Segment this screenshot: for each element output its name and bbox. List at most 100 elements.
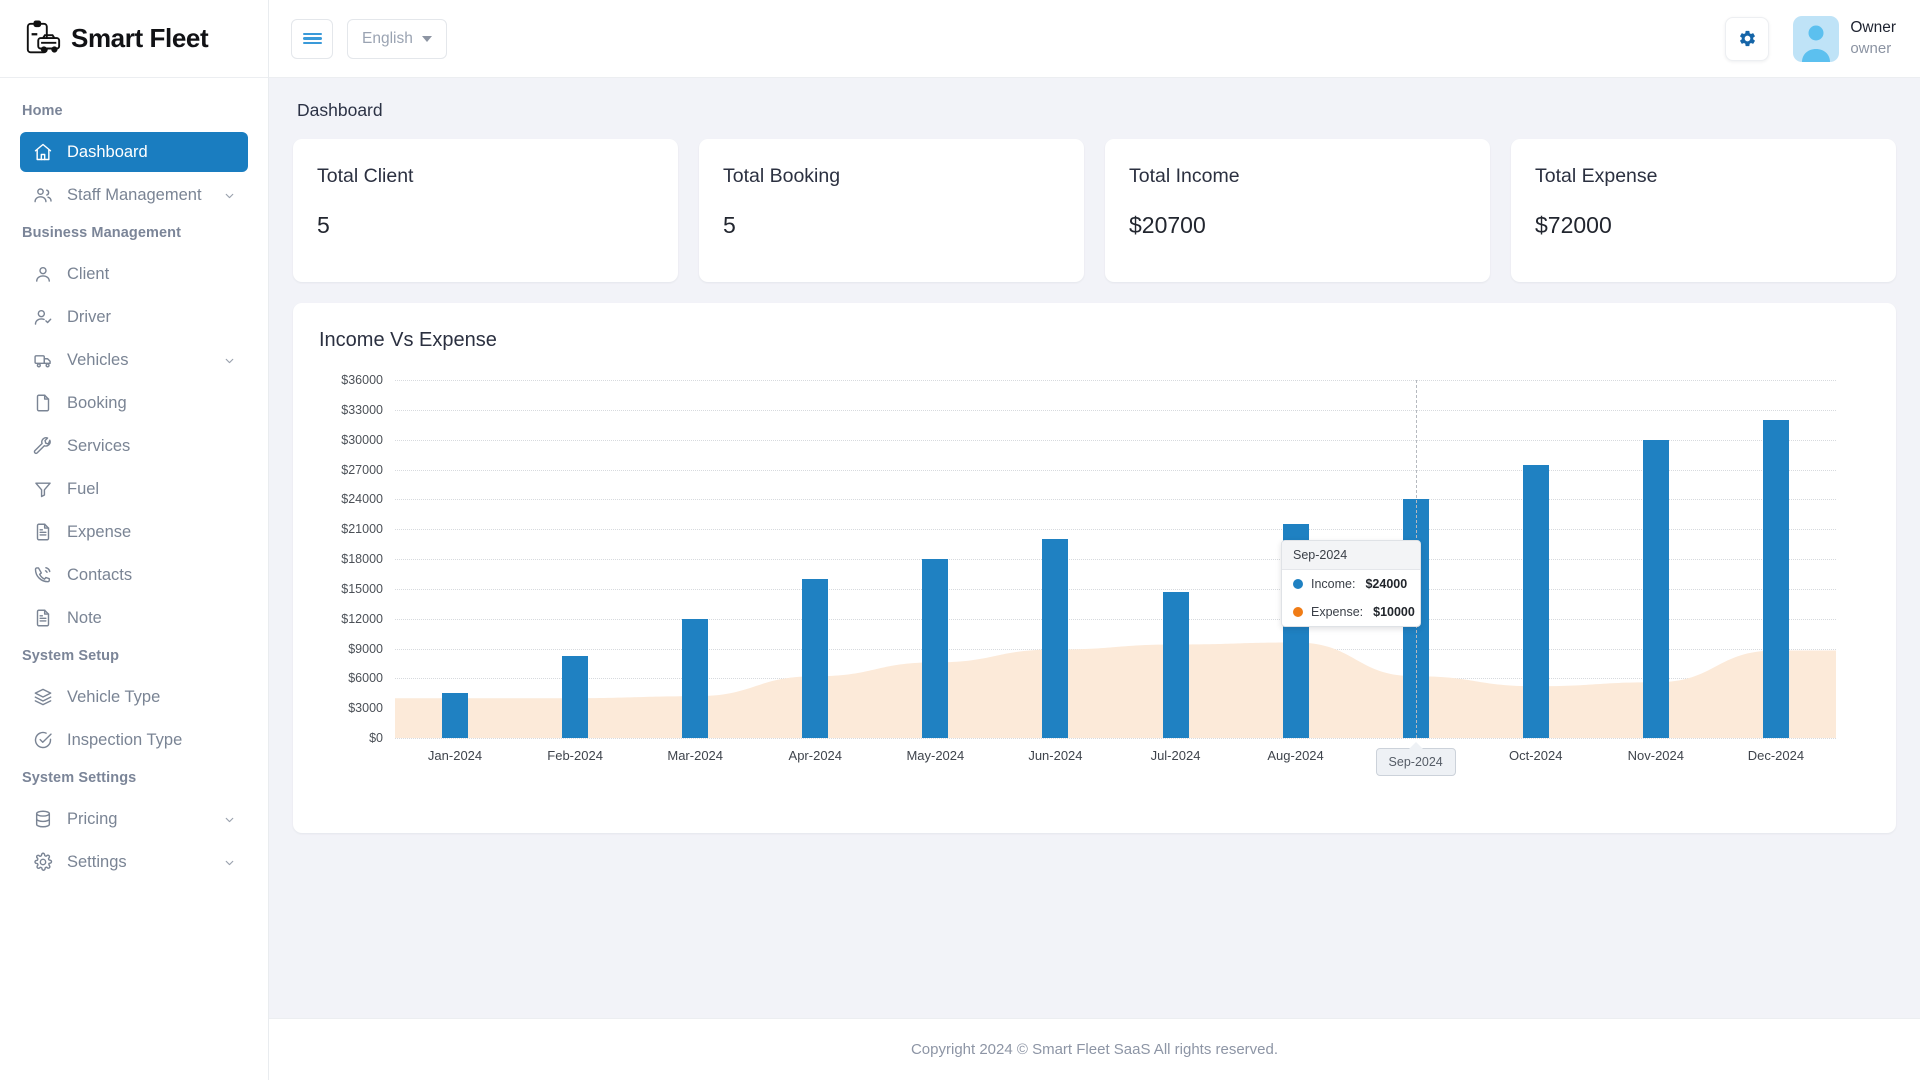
x-axis-tick-label[interactable]: Jun-2024	[995, 748, 1115, 776]
sidebar-section-heading: Home	[22, 103, 63, 119]
stat-card-label: Total Booking	[723, 165, 841, 187]
sidebar-item-services[interactable]: Services	[20, 426, 248, 466]
sidebar-item-contacts[interactable]: Contacts	[20, 555, 248, 595]
layers-icon	[32, 686, 54, 708]
x-axis-tick-label[interactable]: Aug-2024	[1236, 748, 1356, 776]
gear-icon	[1739, 30, 1755, 47]
sidebar-item-pricing[interactable]: Pricing	[20, 799, 248, 839]
sidebar-item-fuel[interactable]: Fuel	[20, 469, 248, 509]
sidebar-item-vehicle-type[interactable]: Vehicle Type	[20, 677, 248, 717]
y-axis-tick-label: $21000	[341, 522, 383, 537]
income-bar[interactable]	[922, 559, 949, 738]
sidebar-item-client[interactable]: Client	[20, 254, 248, 294]
page-title: Dashboard	[297, 100, 383, 120]
chevron-down-icon	[223, 813, 236, 826]
sidebar-item-label: Contacts	[67, 565, 133, 584]
tooltip-rows: Income: $24000 Expense: $10000	[1282, 570, 1420, 626]
chart-bar-cell[interactable]	[395, 380, 515, 738]
sidebar-nav: Home Dashboard Staff Management Business Ma…	[0, 78, 268, 1080]
wrench-icon	[32, 435, 54, 457]
sidebar-item-inspection-type[interactable]: Inspection Type	[20, 720, 248, 760]
income-bar[interactable]	[442, 693, 469, 738]
topbar: English Owner owner	[269, 0, 1920, 78]
income-bar[interactable]	[1762, 419, 1789, 738]
users-icon	[32, 184, 54, 206]
brand-name: Smart Fleet	[71, 23, 209, 53]
sidebar-item-note[interactable]: Note	[20, 598, 248, 638]
language-label: English	[362, 29, 413, 47]
stat-card-label: Total Expense	[1535, 165, 1658, 187]
tooltip-label: Expense:	[1311, 605, 1364, 619]
chart-bar-cell[interactable]	[1596, 380, 1716, 738]
income-bar[interactable]	[562, 656, 589, 738]
stat-card-value: $20700	[1129, 212, 1206, 238]
income-bar-series	[395, 380, 1836, 738]
chart-bar-cell[interactable]	[755, 380, 875, 738]
x-axis-tick-label[interactable]: Apr-2024	[755, 748, 875, 776]
user-menu[interactable]: Owner owner	[1793, 15, 1896, 62]
sidebar-item-dashboard[interactable]: Dashboard	[20, 132, 248, 172]
y-axis-tick-label: $36000	[341, 373, 383, 387]
stat-card-value: $72000	[1535, 212, 1612, 238]
sidebar-item-driver[interactable]: Driver	[20, 297, 248, 337]
sidebar-item-label: Expense	[67, 522, 132, 541]
truck-icon	[32, 349, 54, 371]
tooltip-row: Income: $24000	[1282, 570, 1420, 598]
income-bar[interactable]	[802, 578, 829, 738]
language-selector[interactable]: English	[347, 18, 447, 59]
legend-dot-icon	[1293, 579, 1303, 589]
income-bar[interactable]	[682, 618, 709, 738]
chart-bar-cell[interactable]	[635, 380, 755, 738]
tooltip-value: $24000	[1365, 577, 1408, 591]
chart-bar-cell[interactable]	[875, 380, 995, 738]
sidebar: Smart Fleet Home Dashboard Staff Managemen…	[0, 0, 269, 1080]
y-axis-tick-label: $27000	[341, 462, 383, 477]
income-bar[interactable]	[1522, 464, 1549, 738]
income-bar[interactable]	[1642, 439, 1669, 738]
sidebar-item-label: Fuel	[67, 479, 100, 498]
tooltip-value: $10000	[1373, 605, 1415, 619]
content: Dashboard Total Client 5 Total Booking 5 Tot…	[269, 78, 1920, 1018]
chart-plot-area[interactable]: $0 $3000 $6000 $9000 $12000 $15000 $18000 $2100…	[319, 373, 1870, 800]
chart-bar-cell[interactable]	[995, 380, 1115, 738]
x-axis-tick-label[interactable]: May-2024	[875, 748, 995, 776]
sidebar-item-label: Vehicle Type	[67, 687, 161, 706]
tooltip-label: Income:	[1311, 577, 1356, 591]
x-axis-tick-label[interactable]: Jul-2024	[1115, 748, 1235, 776]
stat-card: Total Client 5	[293, 139, 678, 282]
sidebar-item-vehicles[interactable]: Vehicles	[20, 340, 248, 380]
income-bar[interactable]	[1042, 539, 1069, 738]
x-axis-tick-label[interactable]: Dec-2024	[1716, 748, 1836, 776]
chart-bar-cell[interactable]	[1476, 380, 1596, 738]
chart-bar-cell[interactable]	[1716, 380, 1836, 738]
y-axis-tick-label: $24000	[341, 492, 383, 507]
income-vs-expense-panel: Income Vs Expense $0 $3000 $6000 $9000 $1200…	[293, 303, 1896, 833]
sidebar-item-label: Settings	[67, 852, 127, 871]
x-axis-tick-label[interactable]: Nov-2024	[1596, 748, 1716, 776]
user-meta: Owner owner	[1850, 18, 1896, 59]
sidebar-item-expense[interactable]: Expense	[20, 512, 248, 552]
x-axis-tick-label[interactable]: Feb-2024	[515, 748, 635, 776]
user-avatar-icon	[1802, 25, 1831, 62]
chevron-down-icon	[223, 354, 236, 367]
x-axis-tick-label[interactable]: Jan-2024	[395, 748, 515, 776]
chart-bar-cell[interactable]	[515, 380, 635, 738]
stat-card-label: Total Client	[317, 165, 414, 187]
brand[interactable]: Smart Fleet	[0, 0, 268, 78]
chart-bar-cell[interactable]	[1115, 380, 1235, 738]
income-bar[interactable]	[1162, 591, 1189, 738]
menu-toggle-button[interactable]	[291, 18, 333, 59]
y-axis: $0 $3000 $6000 $9000 $12000 $15000 $18000 $2100…	[319, 373, 383, 745]
sidebar-item-settings[interactable]: Settings	[20, 842, 248, 882]
x-axis-tick-label[interactable]: Oct-2024	[1476, 748, 1596, 776]
legend-dot-icon	[1293, 607, 1303, 617]
sidebar-item-staff-management[interactable]: Staff Management	[20, 175, 248, 215]
plot-grid	[395, 380, 1836, 739]
sidebar-item-booking[interactable]: Booking	[20, 383, 248, 423]
settings-button[interactable]	[1725, 16, 1770, 61]
x-axis-tick-label[interactable]: Sep-2024	[1356, 742, 1476, 776]
phone-icon	[32, 564, 54, 586]
x-axis-tick-label[interactable]: Mar-2024	[635, 748, 755, 776]
y-axis-tick-label: $9000	[348, 641, 383, 656]
stat-card: Total Booking 5	[699, 139, 1084, 282]
